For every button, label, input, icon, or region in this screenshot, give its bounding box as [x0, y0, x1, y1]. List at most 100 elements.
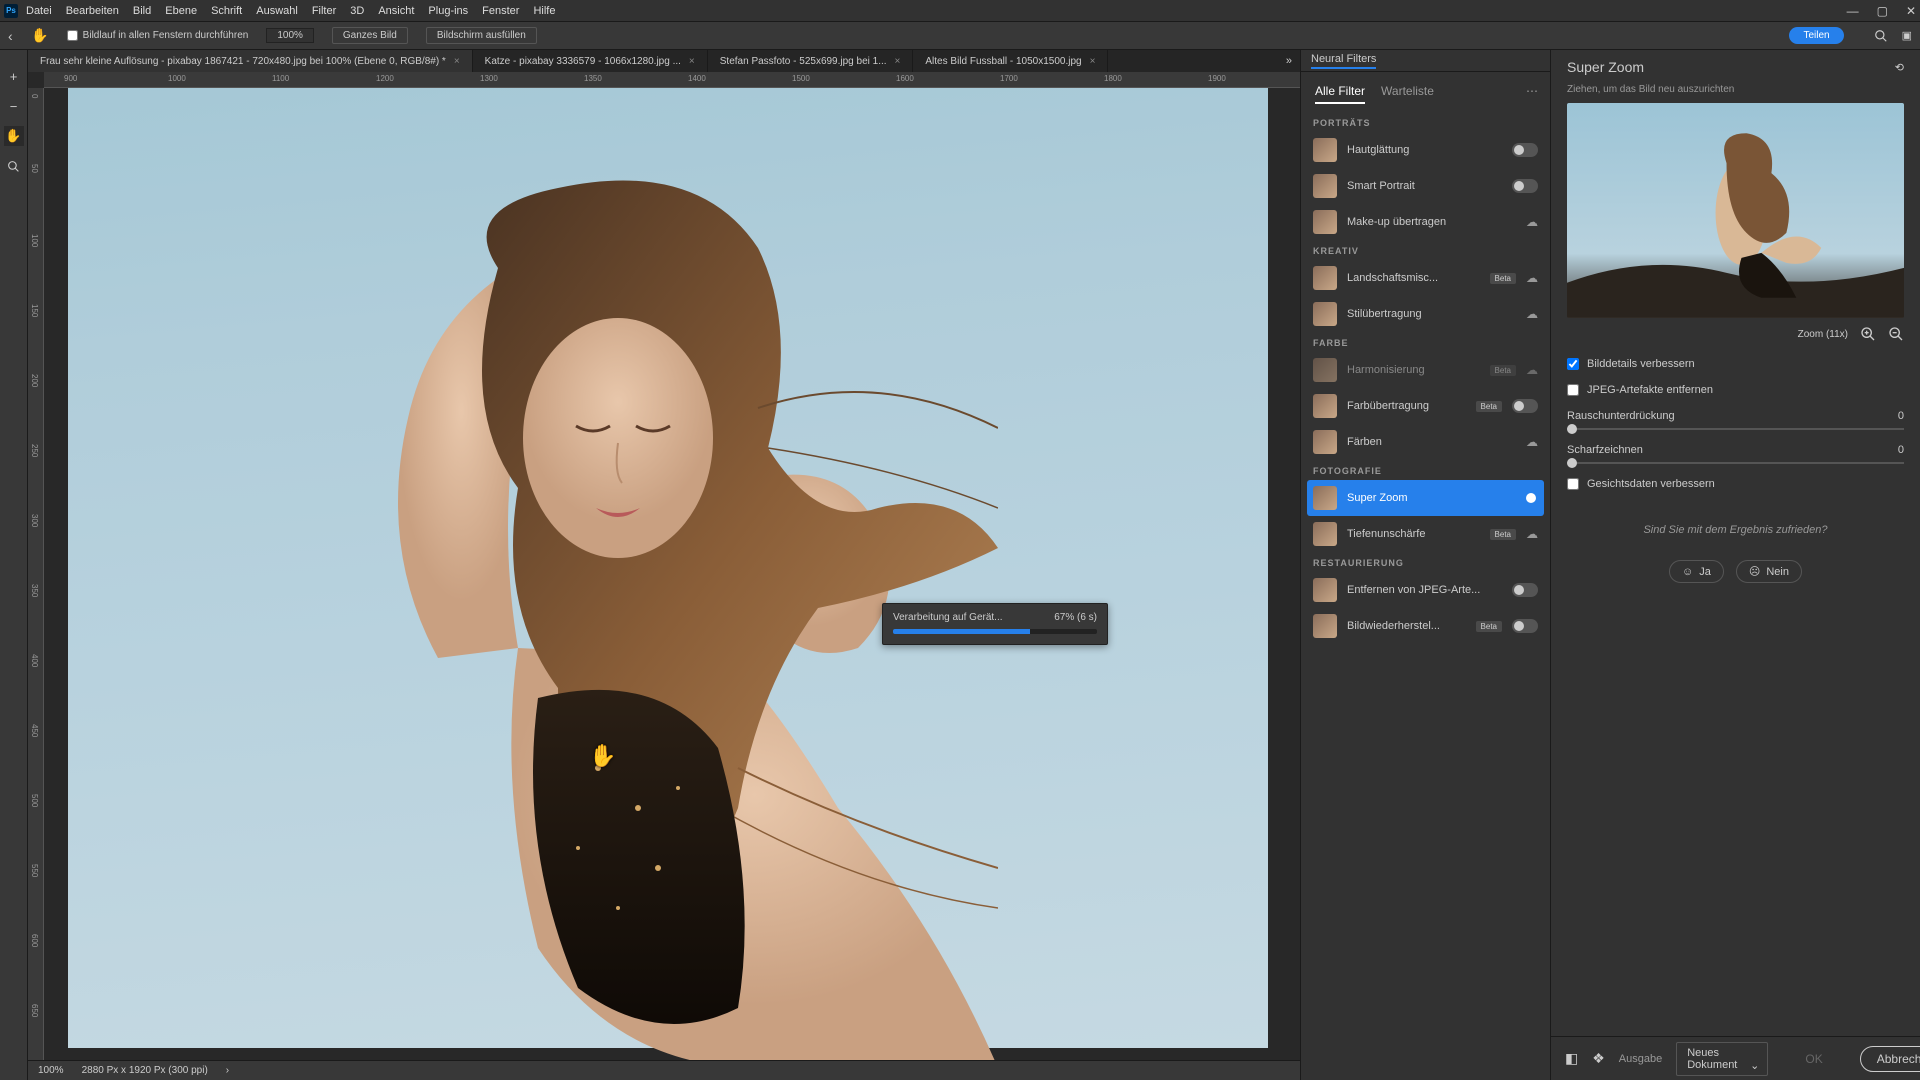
filter-item[interactable]: Bildwiederherstel... Beta — [1301, 608, 1550, 644]
status-caret-icon[interactable]: › — [226, 1065, 229, 1076]
filter-thumb — [1313, 138, 1337, 162]
maximize-icon[interactable]: ▢ — [1877, 4, 1888, 18]
zoom-value[interactable]: 100% — [266, 28, 314, 43]
filter-thumb — [1313, 522, 1337, 546]
sz-zoom-row: Zoom (11x) — [1551, 318, 1920, 350]
sz-preview[interactable] — [1567, 103, 1904, 318]
filter-toggle[interactable] — [1512, 143, 1538, 157]
cancel-button[interactable]: Abbrechen — [1860, 1046, 1920, 1072]
document-tab[interactable]: Altes Bild Fussball - 1050x1500.jpg× — [913, 50, 1108, 72]
close-tab-icon[interactable]: × — [895, 56, 901, 67]
fit-whole-button[interactable]: Ganzes Bild — [332, 27, 408, 44]
tabs-overflow-icon[interactable]: » — [1278, 50, 1300, 72]
menu-bild[interactable]: Bild — [133, 5, 151, 17]
filter-item[interactable]: Make-up übertragen☁ — [1301, 204, 1550, 240]
filter-item[interactable]: FarbübertragungBeta — [1301, 388, 1550, 424]
more-icon[interactable]: ⋯ — [1526, 84, 1538, 98]
filter-toggle[interactable] — [1512, 399, 1538, 413]
enhance-details-checkbox[interactable]: Bilddetails verbessern — [1567, 358, 1904, 370]
layer-mask-icon[interactable]: ◧ — [1565, 1050, 1578, 1067]
filter-item[interactable]: Hautglättung — [1301, 132, 1550, 168]
filter-item[interactable]: HarmonisierungBeta☁ — [1301, 352, 1550, 388]
download-cloud-icon[interactable]: ☁ — [1526, 527, 1538, 541]
document-tab[interactable]: Frau sehr kleine Auflösung - pixabay 186… — [28, 50, 473, 72]
output-select[interactable]: Neues Dokument — [1676, 1042, 1768, 1076]
download-cloud-icon[interactable]: ☁ — [1526, 271, 1538, 285]
menu-ansicht[interactable]: Ansicht — [378, 5, 414, 17]
ruler-vertical: 050100150200250300350400450500550600650 — [28, 88, 44, 1060]
filter-thumb — [1313, 394, 1337, 418]
menu-bearbeiten[interactable]: Bearbeiten — [66, 5, 119, 17]
zoom-in-icon[interactable]: + — [4, 66, 24, 86]
menu-datei[interactable]: Datei — [26, 5, 52, 17]
filter-toggle[interactable] — [1512, 491, 1538, 505]
super-zoom-panel: Super Zoom ⟲ Ziehen, um das Bild neu aus… — [1550, 50, 1920, 1080]
close-tab-icon[interactable]: × — [454, 56, 460, 67]
menu-hilfe[interactable]: Hilfe — [533, 5, 555, 17]
zoom-out-icon[interactable] — [1888, 326, 1904, 342]
menu-schrift[interactable]: Schrift — [211, 5, 242, 17]
document-tabs: Frau sehr kleine Auflösung - pixabay 186… — [28, 50, 1300, 72]
nf-title: Neural Filters — [1311, 53, 1376, 69]
scroll-all-checkbox[interactable]: Bildlauf in allen Fenstern durchführen — [67, 30, 249, 41]
filter-item[interactable]: Smart Portrait — [1301, 168, 1550, 204]
filter-item[interactable]: TiefenunschärfeBeta☁ — [1301, 516, 1550, 552]
menu-plug-ins[interactable]: Plug-ins — [428, 5, 468, 17]
filter-toggle[interactable] — [1512, 619, 1538, 633]
share-button[interactable]: Teilen — [1789, 27, 1843, 44]
ok-button[interactable]: OK — [1782, 1046, 1845, 1072]
filter-item[interactable]: Entfernen von JPEG-Arte... — [1301, 572, 1550, 608]
filter-thumb — [1313, 578, 1337, 602]
menu-filter[interactable]: Filter — [312, 5, 336, 17]
reset-icon[interactable]: ⟲ — [1895, 61, 1904, 74]
zoom-out-icon[interactable]: − — [4, 96, 24, 116]
feedback-no-button[interactable]: ☹Nein — [1736, 560, 1802, 583]
nf-tabs: Alle Filter Warteliste ⋯ — [1301, 72, 1550, 112]
menu-fenster[interactable]: Fenster — [482, 5, 519, 17]
layers-icon[interactable]: ❖ — [1592, 1050, 1605, 1067]
tab-all-filters[interactable]: Alle Filter — [1315, 84, 1365, 104]
filter-item[interactable]: Super Zoom — [1307, 480, 1544, 516]
download-cloud-icon[interactable]: ☁ — [1526, 435, 1538, 449]
filter-name: Bildwiederherstel... — [1347, 620, 1466, 632]
zoom-in-icon[interactable] — [1860, 326, 1876, 342]
menu-auswahl[interactable]: Auswahl — [256, 5, 298, 17]
filter-item[interactable]: Färben☁ — [1301, 424, 1550, 460]
sharpen-slider[interactable]: Scharfzeichnen0 — [1567, 444, 1904, 464]
filter-item[interactable]: Landschaftsmisc...Beta☁ — [1301, 260, 1550, 296]
fill-screen-button[interactable]: Bildschirm ausfüllen — [426, 27, 537, 44]
filter-name: Smart Portrait — [1347, 180, 1502, 192]
minimize-icon[interactable]: — — [1847, 4, 1859, 18]
filter-item[interactable]: Stilübertragung☁ — [1301, 296, 1550, 332]
close-tab-icon[interactable]: × — [1090, 56, 1096, 67]
remove-jpeg-checkbox[interactable]: JPEG-Artefakte entfernen — [1567, 384, 1904, 396]
beta-badge: Beta — [1490, 365, 1516, 376]
document-tab[interactable]: Katze - pixabay 3336579 - 1066x1280.jpg … — [473, 50, 708, 72]
enhance-face-checkbox[interactable]: Gesichtsdaten verbessern — [1567, 478, 1904, 490]
download-cloud-icon[interactable]: ☁ — [1526, 215, 1538, 229]
tab-waitlist[interactable]: Warteliste — [1381, 84, 1434, 104]
home-back-icon[interactable]: ‹ — [8, 28, 13, 44]
document-tab[interactable]: Stefan Passfoto - 525x699.jpg bei 1...× — [708, 50, 914, 72]
progress-value: 67% (6 s) — [1054, 612, 1097, 623]
close-icon[interactable]: ✕ — [1906, 4, 1916, 18]
menu-3d[interactable]: 3D — [350, 5, 364, 17]
sz-zoom-label: Zoom (11x) — [1798, 329, 1848, 340]
download-cloud-icon[interactable]: ☁ — [1526, 363, 1538, 377]
menu-ebene[interactable]: Ebene — [165, 5, 197, 17]
feedback-yes-button[interactable]: ☺Ja — [1669, 560, 1724, 583]
search-icon[interactable] — [1874, 29, 1888, 43]
hand-tool-icon[interactable]: ✋ — [31, 27, 49, 45]
hand-tool[interactable]: ✋ — [4, 126, 24, 146]
zoom-tool[interactable] — [4, 156, 24, 176]
beta-badge: Beta — [1476, 621, 1502, 632]
canvas[interactable]: ✋ Verarbeitung auf Gerät... 67% (6 s) — [44, 88, 1300, 1060]
filter-toggle[interactable] — [1512, 583, 1538, 597]
filter-toggle[interactable] — [1512, 179, 1538, 193]
close-tab-icon[interactable]: × — [689, 56, 695, 67]
download-cloud-icon[interactable]: ☁ — [1526, 307, 1538, 321]
workspace-icon[interactable]: ▣ — [1902, 29, 1912, 43]
filter-thumb — [1313, 614, 1337, 638]
noise-reduction-slider[interactable]: Rauschunterdrückung0 — [1567, 410, 1904, 430]
nf-section-header: PORTRÄTS — [1301, 112, 1550, 132]
